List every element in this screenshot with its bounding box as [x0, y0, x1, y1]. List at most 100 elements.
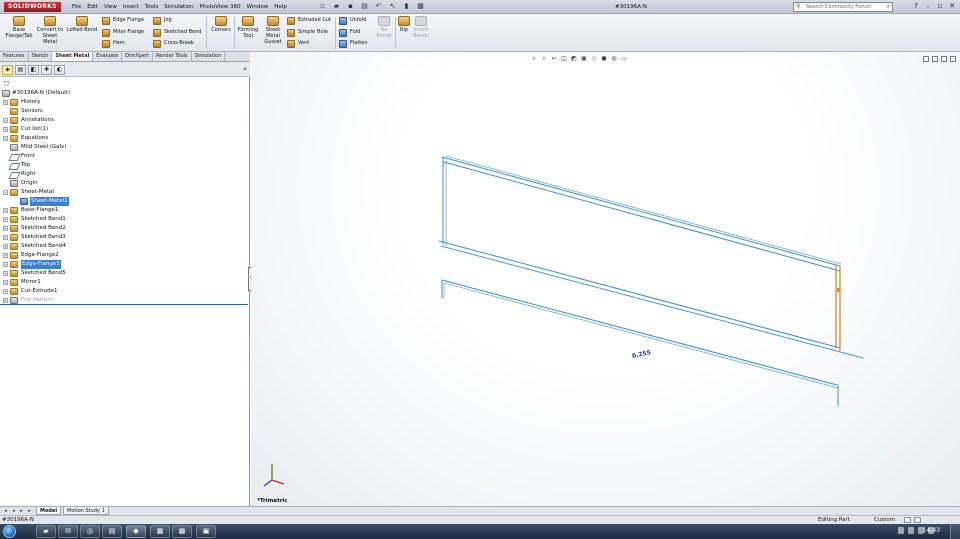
simple-hole-button[interactable]: Simple Hole	[286, 28, 328, 38]
tree-item-right-plane[interactable]: Right	[0, 170, 248, 179]
miter-flange-button[interactable]: Miter Flange	[101, 28, 144, 38]
taskbar-pdf-icon[interactable]: ▤	[102, 525, 122, 538]
minimize-icon[interactable]: –	[924, 2, 932, 11]
tab-motion-study-1[interactable]: Motion Study 1	[63, 507, 109, 515]
convert-to-sheet-metal-button[interactable]: Convert to Sheet Metal	[36, 16, 64, 45]
tree-item-base-flange1[interactable]: + Base-Flange1	[0, 206, 248, 215]
extruded-cut-button[interactable]: Extruded Cut	[286, 16, 331, 26]
select-icon[interactable]: ↖	[388, 2, 397, 11]
expand-icon[interactable]: +	[3, 136, 8, 141]
insert-bends-button[interactable]: Insert Bends	[412, 16, 430, 39]
filter-icon[interactable]: ⛉	[4, 80, 9, 89]
tree-item-sketched-bend3[interactable]: + Sketched Bend3	[0, 233, 248, 242]
new-document-icon[interactable]: ▫	[318, 2, 327, 11]
tray-app-icon[interactable]	[908, 527, 914, 534]
hem-button[interactable]: Hem	[101, 39, 125, 49]
expand-icon[interactable]: +	[3, 208, 8, 213]
menu-view[interactable]: View	[104, 3, 117, 11]
menu-window[interactable]: Window	[247, 3, 269, 11]
expand-icon[interactable]: +	[3, 289, 8, 294]
expand-icon[interactable]: +	[3, 217, 8, 222]
menu-tools[interactable]: Tools	[145, 3, 159, 11]
search-field[interactable]: ⚲ Search Community Forum ⌕	[793, 2, 893, 12]
tab-dimxpert[interactable]: DimXpert	[122, 52, 153, 61]
rebuild-icon[interactable]: ▮	[402, 2, 411, 11]
tree-item-cut-list[interactable]: + Cut list(1)	[0, 125, 248, 134]
collapse-icon[interactable]: −	[3, 190, 8, 195]
flatten-button[interactable]: Flatten	[338, 39, 368, 49]
tree-item-sheet-metal[interactable]: − Sheet-Metal	[0, 188, 248, 197]
tree-item-edge-flange2[interactable]: + Edge-Flange2	[0, 251, 248, 260]
tree-item-sketched-bend5[interactable]: + Sketched Bend5	[0, 269, 248, 278]
expand-icon[interactable]: +	[3, 226, 8, 231]
taskbar-excel-icon[interactable]: ▦	[150, 525, 170, 538]
tree-item-top-plane[interactable]: Top	[0, 161, 248, 170]
tab-evaluate[interactable]: Evaluate	[93, 52, 123, 61]
tree-root[interactable]: #30196A-N (Default)	[0, 89, 248, 98]
expand-icon[interactable]: +	[3, 253, 8, 258]
tree-item-edge-flange3[interactable]: + Edge-Flange3	[0, 260, 248, 269]
rollback-bar[interactable]	[0, 304, 248, 305]
rebuild-status-icon[interactable]	[904, 517, 911, 523]
taskbar-browser-icon[interactable]: ◎	[80, 525, 100, 538]
expand-icon[interactable]: +	[3, 100, 8, 105]
display-manager-tab-icon[interactable]: ◐	[54, 65, 65, 75]
help-icon[interactable]: ?	[912, 2, 920, 11]
expand-icon[interactable]: +	[3, 298, 8, 303]
search-icon[interactable]: ⌕	[887, 3, 890, 11]
corners-button[interactable]: Corners	[208, 16, 234, 33]
expand-icon[interactable]: +	[3, 127, 8, 132]
last-tab-icon[interactable]: ▸	[26, 507, 33, 515]
jog-button[interactable]: Jog	[152, 16, 172, 26]
undo-icon[interactable]: ↶	[374, 2, 383, 11]
menu-insert[interactable]: Insert	[123, 3, 139, 11]
unit-system-selector[interactable]: Custom	[874, 516, 895, 524]
rip-button[interactable]: Rip	[397, 16, 411, 33]
tab-sheet-metal[interactable]: Sheet Metal	[52, 52, 94, 61]
feature-manager-tab-icon[interactable]: ◈	[2, 65, 13, 75]
unfold-button[interactable]: Unfold	[338, 16, 366, 26]
menu-help[interactable]: Help	[274, 3, 287, 11]
tree-item-sketched-bend2[interactable]: + Sketched Bend2	[0, 224, 248, 233]
cross-break-button[interactable]: Cross-Break	[152, 39, 194, 49]
base-flange-button[interactable]: Base Flange/Tab	[3, 16, 35, 39]
tab-render-tools[interactable]: Render Tools	[153, 52, 192, 61]
tab-simulation[interactable]: Simulation	[192, 52, 226, 61]
save-icon[interactable]: ▪	[346, 2, 355, 11]
sketched-bend-button[interactable]: Sketched Bend	[152, 28, 202, 38]
tree-item-equations[interactable]: + Equations	[0, 134, 248, 143]
expand-icon[interactable]: +	[3, 271, 8, 276]
expand-icon[interactable]: +	[3, 244, 8, 249]
taskbar-clock[interactable]: 14:43	[923, 524, 940, 538]
tree-item-front-plane[interactable]: Front	[0, 152, 248, 161]
expand-panel-icon[interactable]: »	[243, 65, 247, 73]
tree-item-origin[interactable]: Origin	[0, 179, 248, 188]
restore-icon[interactable]: ▫	[936, 2, 944, 11]
vent-button[interactable]: Vent	[286, 39, 309, 49]
expand-icon[interactable]: +	[3, 118, 8, 123]
expand-icon[interactable]: +	[3, 280, 8, 285]
menu-edit[interactable]: Edit	[87, 3, 98, 11]
dimxpert-manager-tab-icon[interactable]: ✚	[41, 65, 52, 75]
menu-photoview[interactable]: PhotoView 360	[200, 3, 241, 11]
tree-item-material[interactable]: Mild Steel (Galv)	[0, 143, 248, 152]
property-manager-tab-icon[interactable]: ▤	[15, 65, 26, 75]
graphics-area[interactable]: ⌕ ⌕ ↩ ◫ ◩ ▣ ◇ ● ◍ ▭ 0.255 *Trimetric	[251, 52, 960, 506]
forming-tool-button[interactable]: Forming Tool	[236, 16, 260, 39]
prev-tab-icon[interactable]: ◂	[10, 507, 17, 515]
menu-simulation[interactable]: Simulation	[164, 3, 193, 11]
expand-icon[interactable]: +	[3, 235, 8, 240]
start-button[interactable]	[3, 525, 16, 538]
solidworks-logo[interactable]: SOLIDWORKS	[4, 2, 61, 12]
open-folder-icon[interactable]: ▰	[332, 2, 341, 11]
tray-app-icon[interactable]	[898, 527, 904, 534]
tree-item-sensors[interactable]: Sensors	[0, 107, 248, 116]
configuration-manager-tab-icon[interactable]: ◧	[28, 65, 39, 75]
next-tab-icon[interactable]: ▸	[18, 507, 25, 515]
tab-features[interactable]: Features	[0, 52, 29, 61]
tab-model[interactable]: Model	[36, 507, 62, 515]
tab-sketch[interactable]: Sketch	[29, 52, 53, 61]
taskbar-explorer-icon[interactable]: ▰	[36, 525, 56, 538]
options-icon[interactable]: ▦	[416, 2, 425, 11]
taskbar-solidworks-icon[interactable]: ◆	[126, 525, 146, 538]
